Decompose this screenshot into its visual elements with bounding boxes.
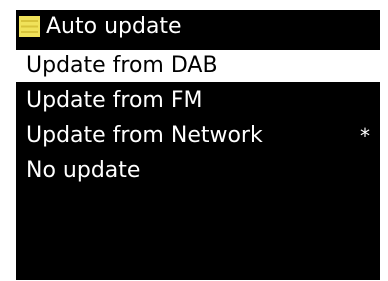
menu-item-update-from-dab[interactable]: Update from DAB — [16, 50, 380, 82]
menu-item-label: Update from DAB — [26, 53, 218, 78]
title-bar: Auto update — [16, 10, 380, 44]
menu-item-update-from-network[interactable]: Update from Network * — [16, 120, 380, 152]
current-setting-marker: * — [360, 124, 370, 148]
menu-item-no-update[interactable]: No update — [16, 155, 380, 187]
menu-item-label: No update — [26, 158, 141, 183]
menu-list-icon — [19, 16, 40, 37]
page-title: Auto update — [46, 14, 182, 39]
radio-display: Auto update Update from DAB Update from … — [16, 10, 380, 280]
auto-update-menu: Update from DAB Update from FM Update fr… — [16, 50, 380, 190]
menu-item-label: Update from Network — [26, 123, 263, 148]
menu-item-update-from-fm[interactable]: Update from FM — [16, 85, 380, 117]
menu-item-label: Update from FM — [26, 88, 203, 113]
